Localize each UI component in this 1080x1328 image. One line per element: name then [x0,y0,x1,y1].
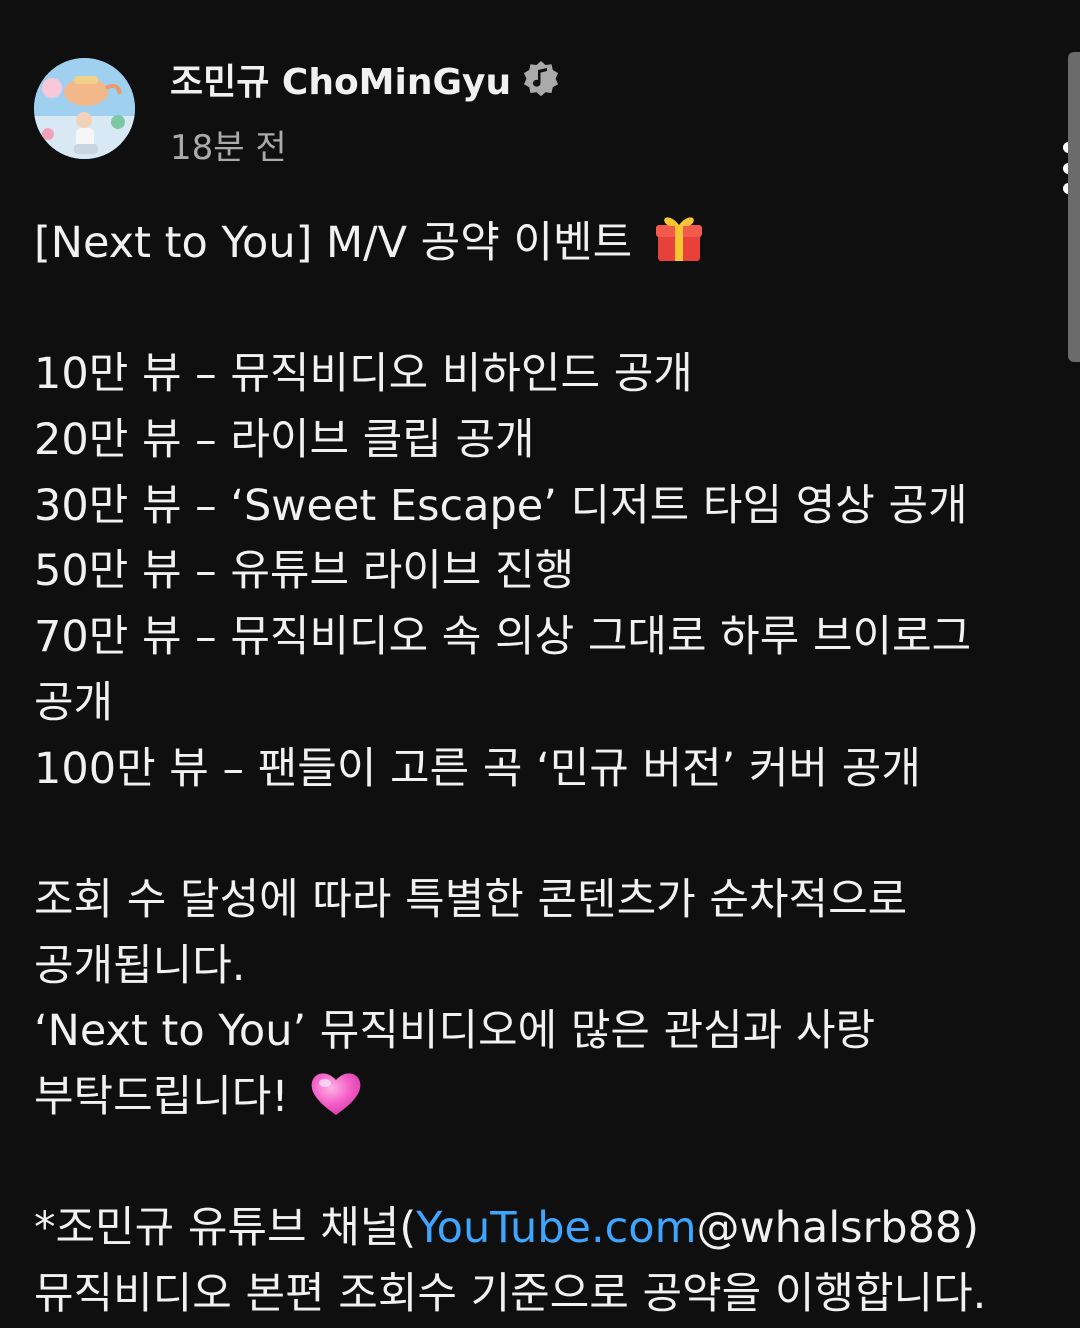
post-title: [Next to You] M/V 공약 이벤트 [34,218,633,268]
closing-text: 부탁드립니다! [34,1071,289,1122]
channel-avatar[interactable] [34,58,135,159]
post-timestamp: 18분 전 [170,128,287,168]
channel-name[interactable]: 조민규 ChoMinGyu [170,53,511,105]
channel-name-row[interactable]: 조민규 ChoMinGyu [170,58,561,103]
milestone-line: 50만 뷰 – 유튜브 라이브 진행 [34,546,575,597]
gift-icon [655,217,702,261]
paragraph-line: 공개됩니다. [34,940,246,991]
milestone-line: 공개 [34,677,114,728]
milestone-line: 10만 뷰 – 뮤직비디오 비하인드 공개 [34,349,693,400]
youtube-link[interactable]: YouTube.com [416,1203,696,1253]
post-body: [Next to You] M/V 공약 이벤트 10만 뷰 – 뮤직비디오 비… [34,211,1044,1328]
note-prefix: *조민규 유튜브 채널( [34,1203,417,1254]
note-line: *조민규 유튜브 채널(YouTube.com@whalsrb88) [34,1196,1044,1262]
paragraph-line: 조회 수 달성에 따라 특별한 콘텐츠가 순차적으로 [34,874,908,925]
milestone-line: 70만 뷰 – 뮤직비디오 속 의상 그대로 하루 브이로그 [34,612,972,663]
note-suffix: @whalsrb88) [696,1203,980,1254]
milestone-line: 20만 뷰 – 라이브 클립 공개 [34,415,535,466]
post-title-line: [Next to You] M/V 공약 이벤트 [34,211,1044,277]
milestone-line: 100만 뷰 – 팬들이 고른 곡 ‘민규 버전’ 커버 공개 [34,743,921,794]
scrollbar[interactable] [1068,52,1080,362]
milestone-line: 30만 뷰 – ‘Sweet Escape’ 디저트 타임 영상 공개 [34,480,968,531]
closing-line: 부탁드립니다! [34,1065,1044,1131]
pink-heart-icon [311,1073,361,1115]
avatar-image [34,58,135,159]
post-header: 조민규 ChoMinGyu 18분 전 [34,58,1074,194]
music-note-badge-icon [524,61,559,97]
paragraph-line: ‘Next to You’ 뮤직비디오에 많은 관심과 사랑 [34,1006,876,1057]
note-line-2: 뮤직비디오 본편 조회수 기준으로 공약을 이행합니다. [34,1269,987,1319]
